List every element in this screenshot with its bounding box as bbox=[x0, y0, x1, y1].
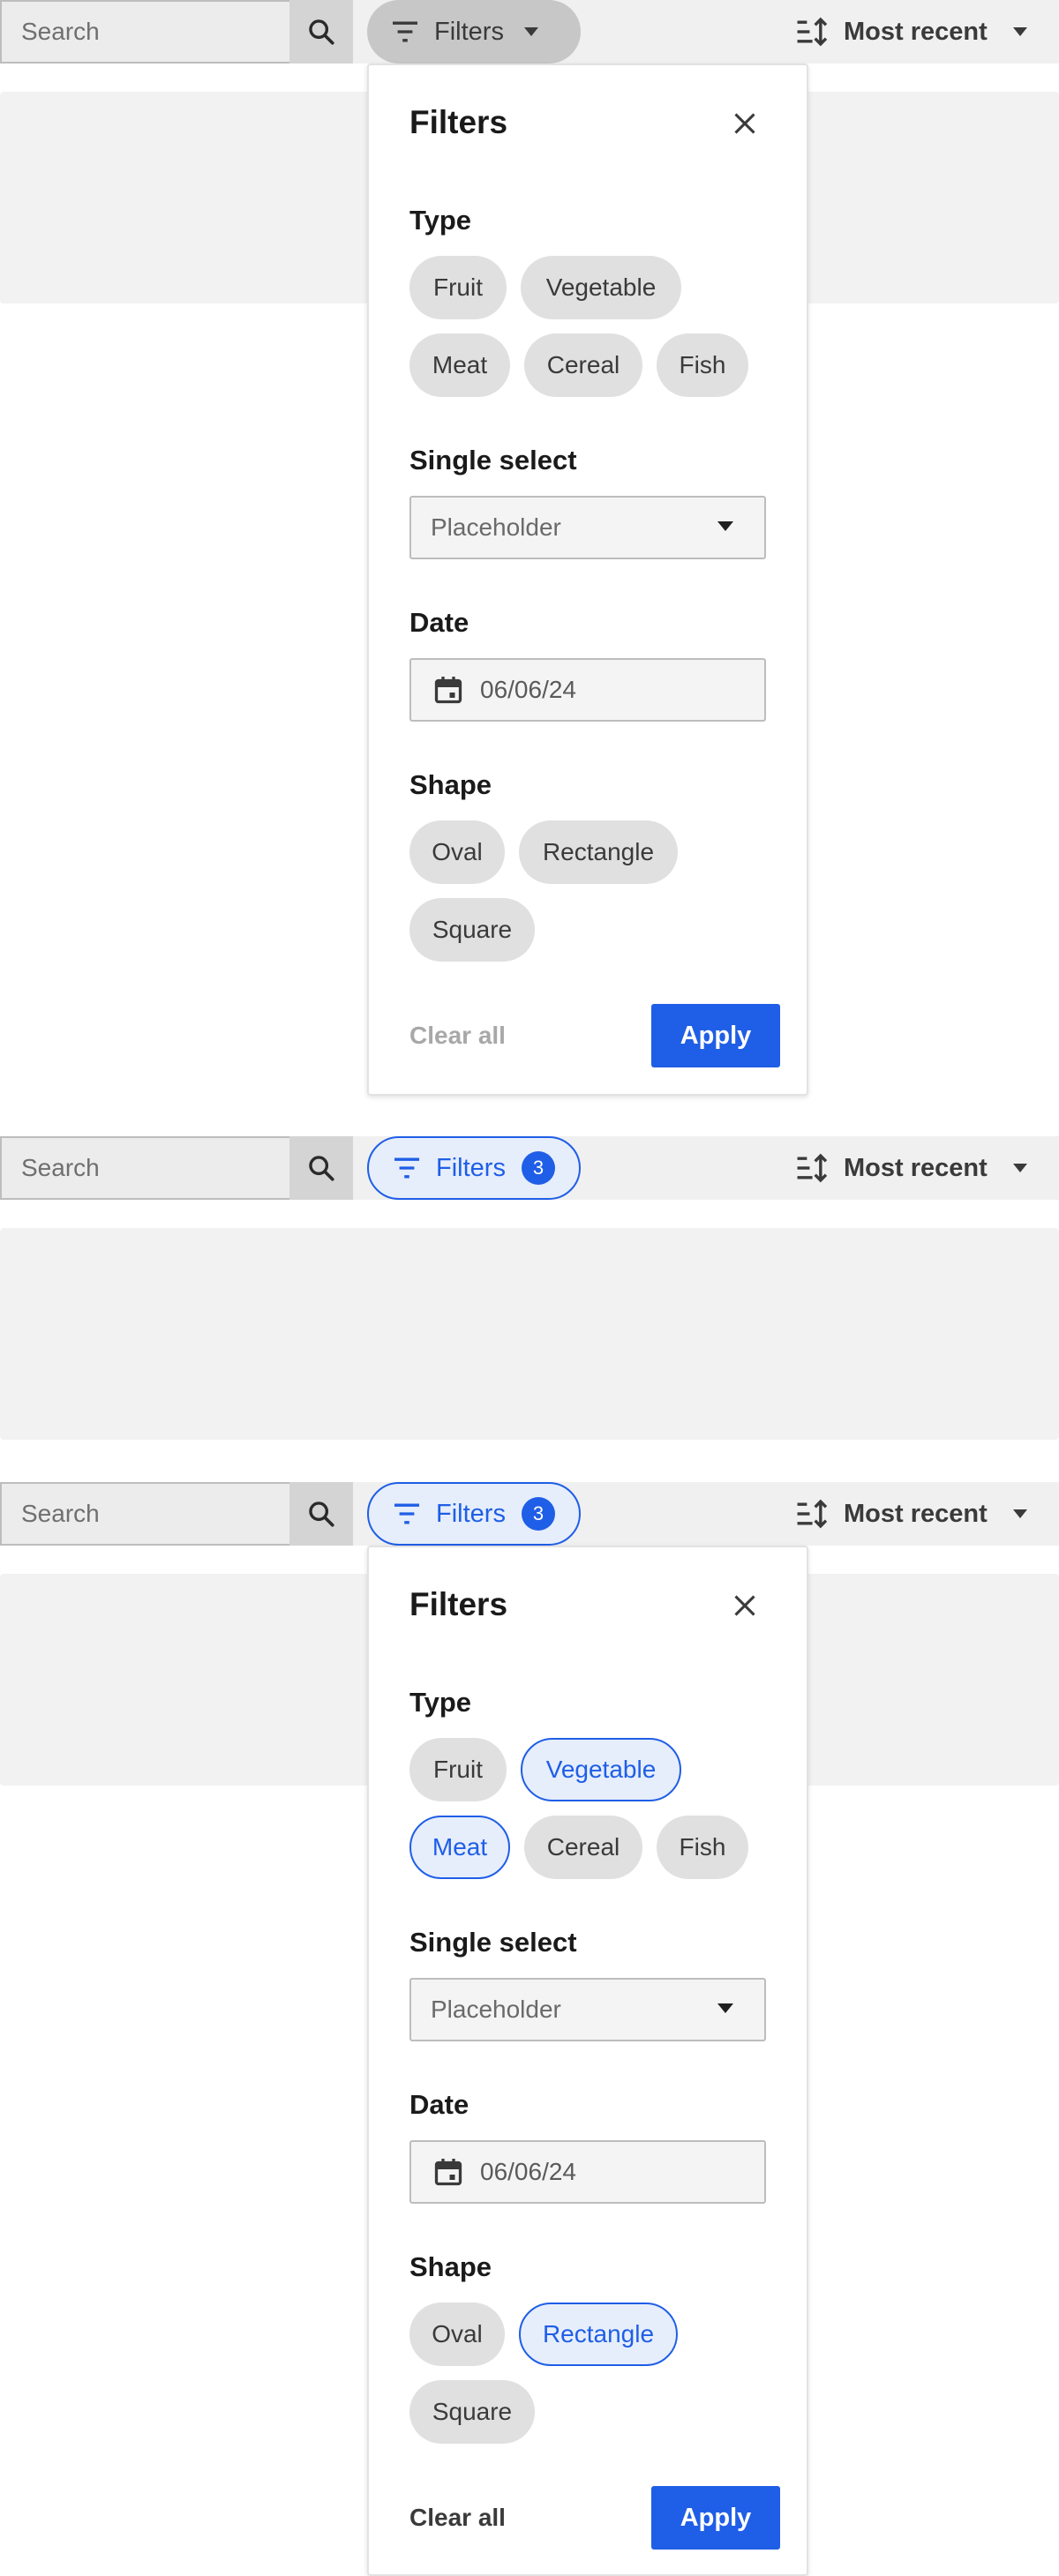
chip-oval[interactable]: Oval bbox=[409, 820, 505, 884]
search-icon bbox=[309, 19, 334, 45]
filter-icon bbox=[394, 1157, 419, 1179]
apply-button[interactable]: Apply bbox=[651, 2486, 780, 2550]
calendar-icon bbox=[434, 677, 462, 704]
chip-oval[interactable]: Oval bbox=[409, 2303, 505, 2366]
filters-button[interactable]: Filters bbox=[367, 0, 581, 64]
type-title: Type bbox=[409, 1687, 472, 1718]
close-icon bbox=[734, 1595, 755, 1616]
search-input[interactable]: Search bbox=[0, 0, 289, 64]
filter-icon bbox=[394, 1503, 419, 1524]
panel-title: Filters bbox=[409, 1586, 508, 1622]
single-select-title: Single select bbox=[409, 1927, 577, 1958]
filters-panel: Filters Type Fruit Vegetable Meat Cereal… bbox=[367, 1546, 808, 2576]
chip-fish[interactable]: Fish bbox=[657, 333, 748, 397]
chevron-down-icon bbox=[1012, 1509, 1027, 1518]
sort-label: Most recent bbox=[844, 1499, 988, 1528]
chip-rectangle-selected[interactable]: Rectangle bbox=[519, 2303, 678, 2366]
close-icon bbox=[734, 113, 755, 134]
filters-label: Filters bbox=[436, 1153, 506, 1182]
chip-square[interactable]: Square bbox=[409, 2380, 535, 2444]
date-value: 06/06/24 bbox=[480, 676, 576, 703]
chip-vegetable[interactable]: Vegetable bbox=[521, 256, 681, 319]
single-select-placeholder: Placeholder bbox=[431, 1996, 561, 2023]
single-select-title: Single select bbox=[409, 445, 577, 476]
search-button[interactable] bbox=[289, 1482, 353, 1546]
chip-rectangle[interactable]: Rectangle bbox=[519, 820, 678, 884]
panel-title: Filters bbox=[409, 104, 508, 140]
date-input[interactable]: 06/06/24 bbox=[409, 2140, 766, 2204]
toolbar: Search Filters 3 Most recent bbox=[0, 1136, 1059, 1200]
toolbar: Search Filters 3 Most recent bbox=[0, 1482, 1059, 1546]
type-title: Type bbox=[409, 205, 472, 236]
search-button[interactable] bbox=[289, 1136, 353, 1200]
chevron-down-icon bbox=[1012, 1164, 1027, 1172]
sort-dropdown[interactable]: Most recent bbox=[794, 0, 1028, 64]
toolbar: Search Filters Most recent bbox=[0, 0, 1059, 64]
filters-button[interactable]: Filters 3 bbox=[367, 1136, 581, 1200]
chevron-down-icon bbox=[717, 2003, 733, 2013]
sort-icon bbox=[797, 17, 828, 47]
clear-all-button[interactable]: Clear all bbox=[409, 2504, 506, 2532]
single-select-placeholder: Placeholder bbox=[431, 513, 561, 541]
search-icon bbox=[309, 1501, 334, 1527]
filters-button[interactable]: Filters 3 bbox=[367, 1482, 581, 1546]
shape-title: Shape bbox=[409, 769, 492, 800]
search-button[interactable] bbox=[289, 0, 353, 64]
clear-all-button[interactable]: Clear all bbox=[409, 1022, 506, 1050]
apply-button[interactable]: Apply bbox=[651, 1004, 780, 1067]
content-placeholder bbox=[0, 1228, 1059, 1440]
close-button[interactable] bbox=[725, 104, 764, 143]
calendar-icon bbox=[434, 2159, 462, 2186]
filters-count-badge: 3 bbox=[521, 1497, 555, 1531]
chip-fish[interactable]: Fish bbox=[657, 1816, 748, 1879]
single-select[interactable]: Placeholder bbox=[409, 496, 766, 559]
search-icon bbox=[309, 1156, 334, 1181]
date-title: Date bbox=[409, 607, 469, 638]
chip-square[interactable]: Square bbox=[409, 898, 535, 962]
search-input[interactable]: Search bbox=[0, 1482, 289, 1546]
state-1-open: Search Filters Most recent Filters Type … bbox=[0, 0, 1059, 1112]
filter-icon bbox=[393, 21, 417, 42]
chip-cereal[interactable]: Cereal bbox=[524, 333, 642, 397]
date-value: 06/06/24 bbox=[480, 2158, 576, 2185]
state-3-open-selected: Search Filters 3 Most recent Filters Typ… bbox=[0, 1482, 1059, 2576]
chip-cereal[interactable]: Cereal bbox=[524, 1816, 642, 1879]
search: Search bbox=[0, 0, 353, 64]
search: Search bbox=[0, 1482, 353, 1546]
chevron-down-icon bbox=[717, 521, 733, 531]
chip-fruit[interactable]: Fruit bbox=[409, 1738, 507, 1801]
filters-label: Filters bbox=[434, 17, 504, 46]
chip-vegetable-selected[interactable]: Vegetable bbox=[521, 1738, 681, 1801]
filters-count-badge: 3 bbox=[521, 1151, 555, 1185]
close-button[interactable] bbox=[725, 1586, 764, 1625]
chevron-down-icon bbox=[1012, 27, 1027, 36]
date-input[interactable]: 06/06/24 bbox=[409, 658, 766, 722]
sort-icon bbox=[797, 1499, 828, 1529]
chip-meat[interactable]: Meat bbox=[409, 333, 510, 397]
search: Search bbox=[0, 1136, 353, 1200]
sort-icon bbox=[797, 1153, 828, 1183]
filters-label: Filters bbox=[436, 1499, 506, 1528]
sort-label: Most recent bbox=[844, 17, 988, 46]
chevron-down-icon bbox=[523, 27, 538, 36]
sort-dropdown[interactable]: Most recent bbox=[794, 1136, 1028, 1200]
single-select[interactable]: Placeholder bbox=[409, 1978, 766, 2041]
date-title: Date bbox=[409, 2089, 469, 2120]
sort-label: Most recent bbox=[844, 1153, 988, 1182]
filters-panel: Filters Type Fruit Vegetable Meat Cereal… bbox=[367, 64, 808, 1096]
state-2-closed: Search Filters 3 Most recent bbox=[0, 1136, 1059, 1440]
chip-meat-selected[interactable]: Meat bbox=[409, 1816, 510, 1879]
search-input[interactable]: Search bbox=[0, 1136, 289, 1200]
shape-title: Shape bbox=[409, 2251, 492, 2282]
chip-fruit[interactable]: Fruit bbox=[409, 256, 507, 319]
sort-dropdown[interactable]: Most recent bbox=[794, 1482, 1028, 1546]
